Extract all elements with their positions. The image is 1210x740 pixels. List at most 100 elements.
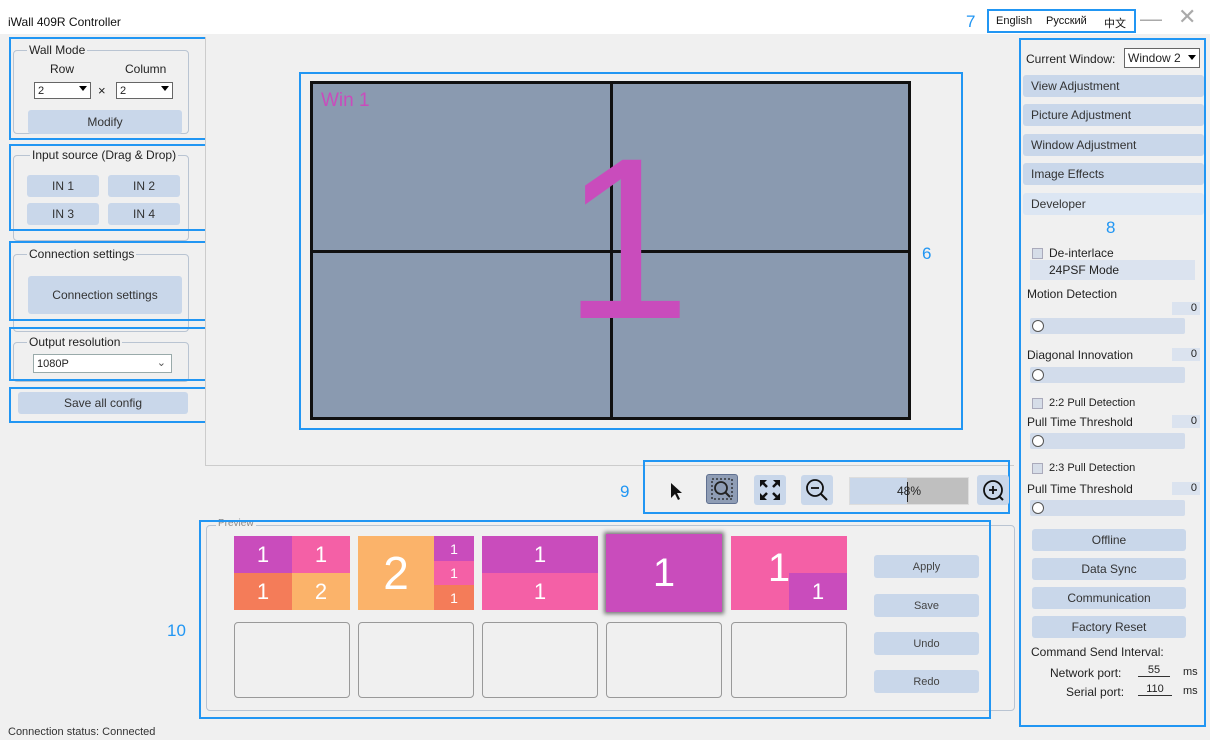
preset-tile: 1 <box>234 536 292 573</box>
pointer-icon <box>671 483 682 500</box>
section-picture-adjustment[interactable]: Picture Adjustment <box>1023 104 1204 126</box>
section-image-effects[interactable]: Image Effects <box>1023 163 1204 185</box>
pointer-tool-button[interactable] <box>660 476 692 506</box>
preset-slot-empty[interactable] <box>358 622 474 698</box>
motion-detection-label: Motion Detection <box>1027 287 1118 301</box>
current-window-value: Window 2 <box>1128 51 1181 65</box>
deinterlace-checkbox[interactable] <box>1032 248 1043 259</box>
preset-tile: 1 <box>292 536 350 573</box>
lang-english[interactable]: English <box>996 15 1032 27</box>
network-port-input[interactable]: 55 <box>1138 664 1170 677</box>
preset-tile: 1 <box>606 534 722 612</box>
command-interval-label: Command Send Interval: <box>1031 645 1164 659</box>
save-button[interactable]: Save <box>874 594 979 617</box>
zoom-out-icon <box>806 479 828 501</box>
preset-tile: 1 <box>789 573 847 610</box>
psf-mode-toggle[interactable]: 24PSF Mode <box>1030 260 1195 280</box>
preset-tile: 1 <box>482 573 598 610</box>
preset-slot-empty[interactable] <box>234 622 350 698</box>
diagonal-innovation-slider[interactable] <box>1030 367 1185 383</box>
wall-mode-callout-box <box>9 37 212 140</box>
pull22-checkbox[interactable] <box>1032 398 1043 409</box>
motion-detection-value: 0 <box>1172 302 1200 315</box>
offline-button[interactable]: Offline <box>1032 529 1186 551</box>
video-wall[interactable]: Win 1 1 <box>310 81 911 420</box>
save-all-callout-box <box>9 387 212 423</box>
current-window-label: Current Window: <box>1026 52 1116 66</box>
pull23-threshold-label: Pull Time Threshold <box>1027 482 1133 496</box>
network-port-label: Network port: <box>1050 666 1122 680</box>
slider-knob[interactable] <box>1032 369 1044 381</box>
pull22-threshold-label: Pull Time Threshold <box>1027 415 1133 429</box>
callout-7: 7 <box>966 12 976 31</box>
expand-arrows-icon <box>760 480 780 500</box>
apply-button[interactable]: Apply <box>874 555 979 578</box>
pull22-label: 2:2 Pull Detection <box>1049 397 1136 409</box>
preset-single-selected[interactable]: 1 <box>606 534 722 612</box>
preset-2x2[interactable]: 1 1 1 2 <box>234 536 350 610</box>
diagonal-innovation-value: 0 <box>1172 348 1200 361</box>
callout-8: 8 <box>1106 218 1116 237</box>
pull23-checkbox[interactable] <box>1032 463 1043 474</box>
preset-pip[interactable]: 1 1 <box>731 536 847 610</box>
communication-button[interactable]: Communication <box>1032 587 1186 609</box>
slider-knob[interactable] <box>1032 320 1044 332</box>
connection-callout-box <box>9 241 212 321</box>
zoom-in-icon <box>983 480 1004 501</box>
data-sync-button[interactable]: Data Sync <box>1032 558 1186 580</box>
serial-port-unit: ms <box>1183 685 1198 697</box>
zoom-in-button[interactable] <box>977 475 1009 505</box>
pull23-threshold-value: 0 <box>1172 482 1200 495</box>
section-view-adjustment[interactable]: View Adjustment <box>1023 75 1204 97</box>
slider-knob[interactable] <box>1032 435 1044 447</box>
callout-10: 10 <box>167 621 186 640</box>
preset-slot-empty[interactable] <box>731 622 847 698</box>
preset-tile: 2 <box>358 536 434 610</box>
preset-two-rows[interactable]: 1 1 <box>482 536 598 610</box>
preset-tile: 1 <box>434 561 474 585</box>
section-window-adjustment[interactable]: Window Adjustment <box>1023 134 1204 156</box>
serial-port-input[interactable]: 110 <box>1138 683 1172 696</box>
pull23-label: 2:3 Pull Detection <box>1049 462 1136 474</box>
zoom-slider[interactable]: 48% <box>849 477 969 505</box>
lang-russian[interactable]: Русский <box>1046 15 1087 27</box>
minimize-icon[interactable]: — <box>1140 6 1162 32</box>
app-title: iWall 409R Controller <box>8 15 121 29</box>
preset-tile: 1 <box>482 536 598 573</box>
deinterlace-label: De-interlace <box>1049 246 1114 260</box>
serial-port-label: Serial port: <box>1066 685 1125 699</box>
input-source-callout-box <box>9 144 212 231</box>
zoom-region-tool-button[interactable] <box>706 474 738 504</box>
output-callout-box <box>9 327 212 381</box>
close-icon[interactable]: ✕ <box>1178 4 1196 30</box>
preset-tile: 1 <box>434 536 474 561</box>
fit-screen-button[interactable] <box>754 475 786 505</box>
motion-detection-slider[interactable] <box>1030 318 1185 334</box>
undo-button[interactable]: Undo <box>874 632 979 655</box>
zoom-out-button[interactable] <box>801 475 833 505</box>
factory-reset-button[interactable]: Factory Reset <box>1032 616 1186 638</box>
network-port-unit: ms <box>1183 666 1198 678</box>
zoom-slider-cursor <box>907 482 908 502</box>
preset-slot-empty[interactable] <box>606 622 722 698</box>
slider-knob[interactable] <box>1032 502 1044 514</box>
zoom-value: 48% <box>896 484 922 498</box>
chevron-down-icon <box>1188 55 1196 60</box>
preset-large-plus-three[interactable]: 2 1 1 1 <box>358 536 474 610</box>
lang-chinese[interactable]: 中文 <box>1104 15 1126 31</box>
window-number: 1 <box>563 110 691 367</box>
window-label: Win 1 <box>321 90 370 111</box>
preset-tile: 2 <box>292 573 350 610</box>
connection-status: Connection status: Connected <box>8 726 156 738</box>
preset-slot-empty[interactable] <box>482 622 598 698</box>
pull22-threshold-value: 0 <box>1172 415 1200 428</box>
current-window-select[interactable]: Window 2 <box>1124 48 1200 68</box>
section-developer[interactable]: Developer <box>1023 193 1204 215</box>
pull23-threshold-slider[interactable] <box>1030 500 1185 516</box>
callout-6: 6 <box>922 244 932 263</box>
pull22-threshold-slider[interactable] <box>1030 433 1185 449</box>
preset-tile: 1 <box>434 585 474 610</box>
redo-button[interactable]: Redo <box>874 670 979 693</box>
callout-9: 9 <box>620 482 630 501</box>
diagonal-innovation-label: Diagonal Innovation <box>1027 348 1134 362</box>
